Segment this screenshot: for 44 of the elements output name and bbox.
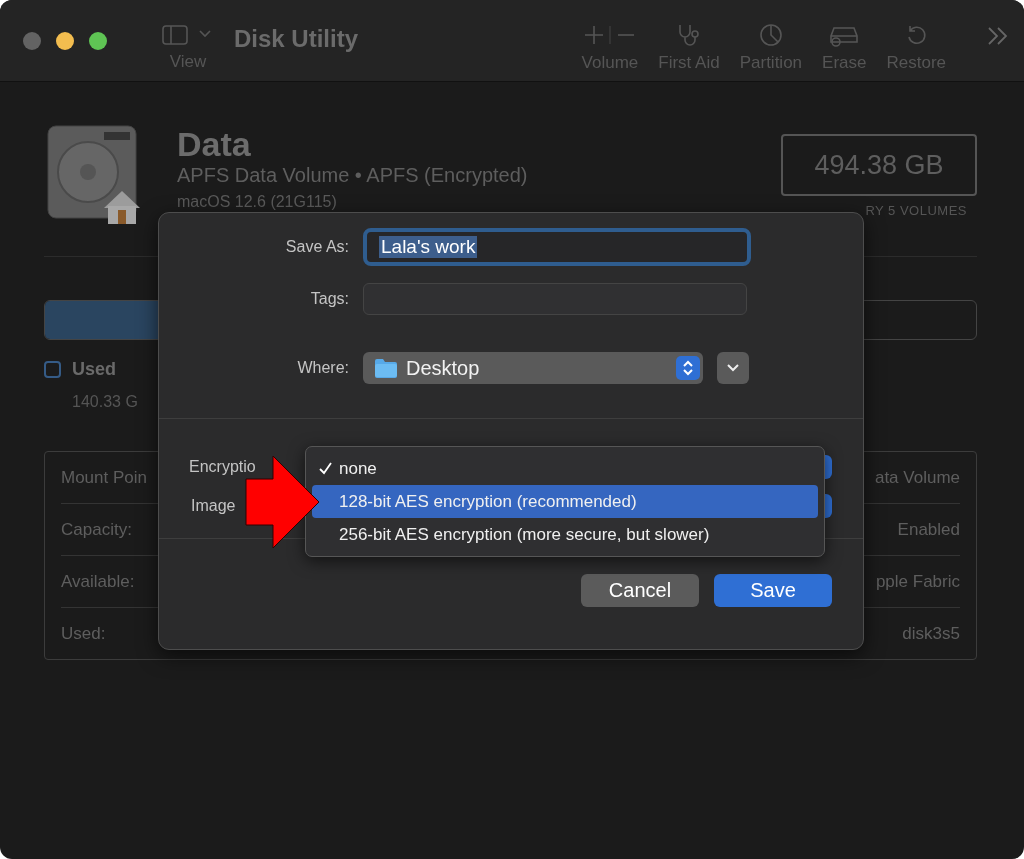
- where-popup[interactable]: Desktop: [363, 352, 703, 384]
- menu-item-label: none: [339, 458, 377, 479]
- tags-field[interactable]: [363, 283, 747, 315]
- legend-swatch: [44, 361, 61, 378]
- capacity-box: 494.38 GB: [781, 134, 977, 196]
- menu-item[interactable]: 256-bit AES encryption (more secure, but slower): [312, 518, 818, 551]
- window-title: Disk Utility: [234, 24, 359, 53]
- stepper-icon: [676, 356, 700, 380]
- menu-item-label: 128-bit AES encryption (recommended): [339, 491, 637, 512]
- pie-icon: [758, 22, 783, 47]
- info-label: Used:: [61, 623, 106, 644]
- menu-item[interactable]: none: [312, 452, 818, 485]
- field-label: Where:: [296, 359, 349, 377]
- field-label: Image: [191, 497, 236, 515]
- sidebar-icon: [162, 23, 214, 46]
- legend-label: Used: [72, 359, 116, 380]
- folder-icon: [374, 358, 398, 378]
- zoom-button[interactable]: [89, 31, 107, 50]
- field-label: Save As:: [284, 238, 349, 256]
- save-button[interactable]: Save: [714, 574, 832, 607]
- save-as-field[interactable]: Lala's work: [363, 228, 751, 266]
- expand-button[interactable]: [717, 352, 749, 384]
- volume-name: Data: [177, 124, 252, 164]
- minimize-button[interactable]: [56, 31, 74, 50]
- chevrons-icon[interactable]: [986, 25, 1010, 46]
- info-value: Enabled: [897, 519, 960, 540]
- close-button[interactable]: [23, 31, 41, 50]
- menu-item-label: 256-bit AES encryption (more secure, but slower): [339, 524, 710, 545]
- field-label: Tags:: [309, 290, 349, 308]
- menu-item[interactable]: 128-bit AES encryption (recommended): [312, 485, 818, 518]
- legend-value: 140.33 G: [72, 393, 139, 411]
- chevron-down-icon: [727, 364, 739, 372]
- os-version: macOS 12.6 (21G115): [177, 193, 338, 211]
- hard-drive-home-icon: [44, 124, 140, 224]
- volume-type: APFS Data Volume • APFS (Encrypted): [177, 164, 529, 187]
- field-label: Encryptio: [189, 458, 256, 476]
- cancel-button[interactable]: Cancel: [581, 574, 699, 607]
- shared-caption: RY 5 VOLUMES: [865, 203, 967, 218]
- info-label: Mount Poin: [61, 467, 147, 488]
- info-value: ata Volume: [874, 467, 960, 488]
- info-value: pple Fabric: [875, 571, 960, 592]
- info-value: disk3s5: [902, 623, 960, 644]
- info-label: Available:: [61, 571, 135, 592]
- info-label: Capacity:: [61, 519, 132, 540]
